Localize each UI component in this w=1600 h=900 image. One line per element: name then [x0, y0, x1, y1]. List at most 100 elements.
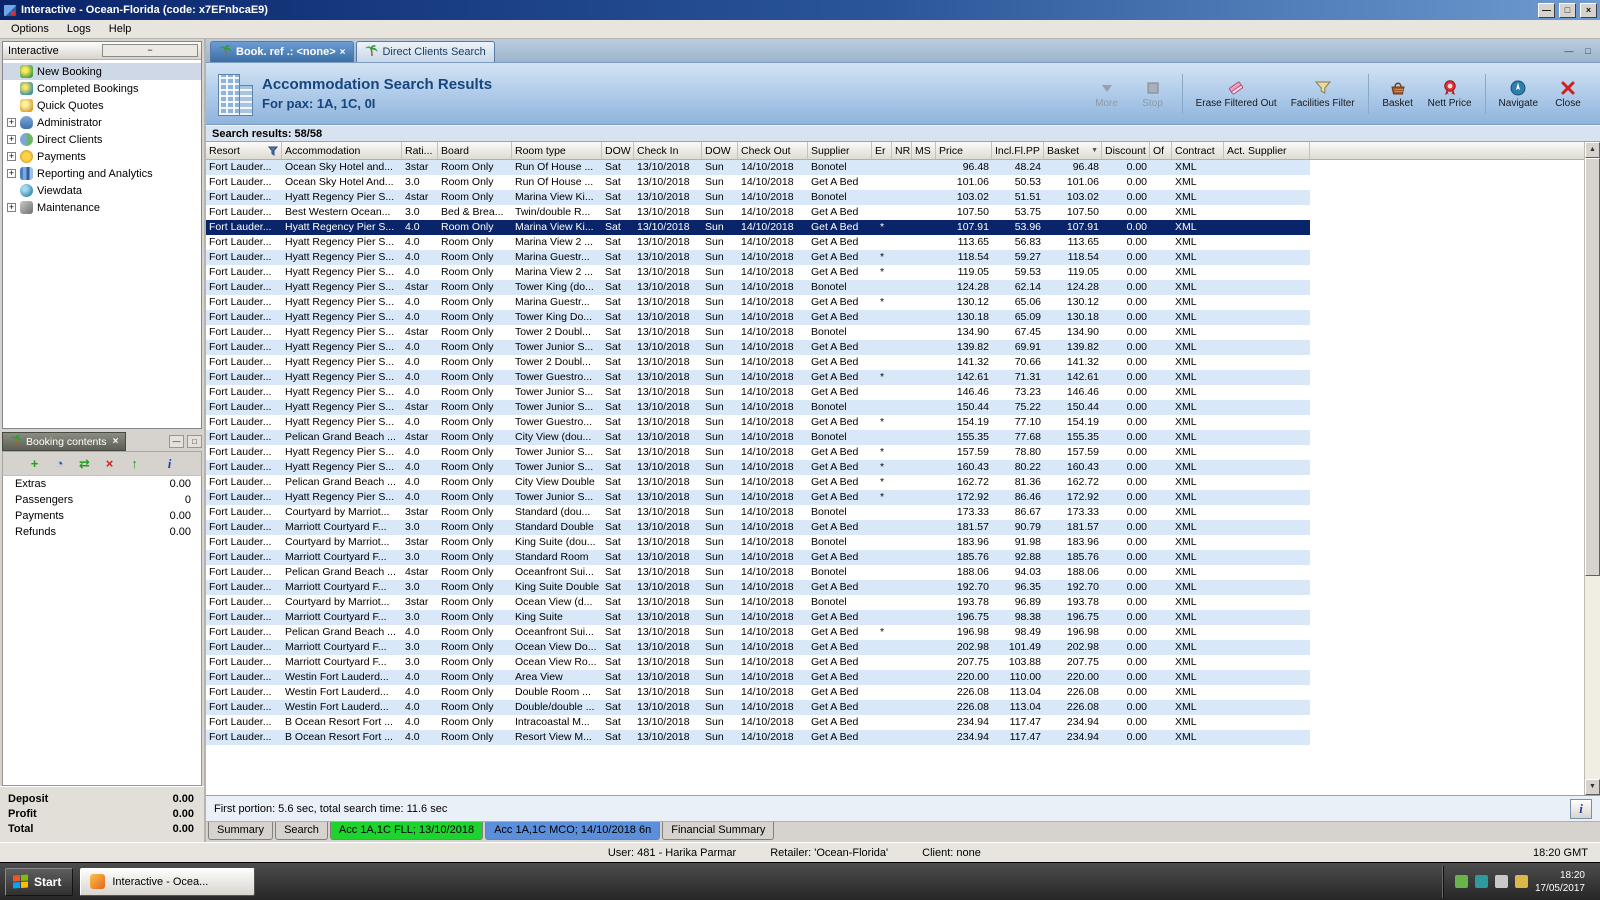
- column-header-1-accommodation[interactable]: Accommodation: [282, 142, 402, 159]
- result-row[interactable]: Fort Lauder... Pelican Grand Beach ... 4st…: [206, 430, 1310, 445]
- scroll-down-icon[interactable]: ▼: [1585, 779, 1600, 795]
- close-button[interactable]: ×: [1580, 2, 1597, 18]
- result-row[interactable]: Fort Lauder... Courtyard by Marriot... 3st…: [206, 595, 1310, 610]
- move-up-icon[interactable]: ↑: [127, 456, 143, 472]
- transfer-icon[interactable]: ⇄: [77, 456, 93, 472]
- result-row[interactable]: Fort Lauder... Courtyard by Marriot... 3st…: [206, 535, 1310, 550]
- expand-plus-icon[interactable]: +: [7, 135, 16, 144]
- bottom-tab-acc-1a-1c-fll-13-10-2018[interactable]: Acc 1A,1C FLL; 13/10/2018: [329, 822, 484, 840]
- start-button[interactable]: Start: [5, 867, 74, 896]
- column-header-12-ms[interactable]: MS: [912, 142, 936, 159]
- bottom-tab-summary[interactable]: Summary: [208, 822, 274, 840]
- result-row[interactable]: Fort Lauder... Courtyard by Marriot... 3st…: [206, 505, 1310, 520]
- result-row[interactable]: Fort Lauder... Ocean Sky Hotel And... 3.0 R…: [206, 175, 1310, 190]
- bottom-tab-financial-summary[interactable]: Financial Summary: [662, 822, 775, 840]
- sidebar-item-maintenance[interactable]: + Maintenance: [3, 199, 201, 216]
- result-row[interactable]: Fort Lauder... Hyatt Regency Pier S... 4.0…: [206, 490, 1310, 505]
- column-header-18-contract[interactable]: Contract: [1172, 142, 1224, 159]
- booking-list-item[interactable]: Refunds 0.00: [3, 524, 201, 540]
- column-header-16-discount[interactable]: Discount: [1102, 142, 1150, 159]
- result-row[interactable]: Fort Lauder... Hyatt Regency Pier S... 4st…: [206, 280, 1310, 295]
- close-tab-icon[interactable]: ×: [340, 47, 346, 58]
- column-filter-icon[interactable]: [268, 146, 278, 156]
- result-row[interactable]: Fort Lauder... B Ocean Resort Fort ... 4.0…: [206, 730, 1310, 745]
- history-icon[interactable]: ◔: [52, 456, 68, 472]
- tray-audio-icon[interactable]: [1514, 875, 1528, 888]
- result-row[interactable]: Fort Lauder... Hyatt Regency Pier S... 4st…: [206, 400, 1310, 415]
- column-header-17-of[interactable]: Of: [1150, 142, 1172, 159]
- sidebar-item-reporting-and-analytics[interactable]: + Reporting and Analytics: [3, 165, 201, 182]
- column-header-19-act-supplier[interactable]: Act. Supplier: [1224, 142, 1310, 159]
- result-row[interactable]: Fort Lauder... Best Western Ocean... 3.0 Be…: [206, 205, 1310, 220]
- result-row[interactable]: Fort Lauder... Marriott Courtyard F... 3.0…: [206, 550, 1310, 565]
- result-row[interactable]: Fort Lauder... Ocean Sky Hotel and... 3sta…: [206, 160, 1310, 175]
- result-row[interactable]: Fort Lauder... Pelican Grand Beach ... 4.0…: [206, 475, 1310, 490]
- mdi-restore-icon[interactable]: □: [1580, 44, 1596, 58]
- facilities-filter-button[interactable]: Facilities Filter: [1285, 77, 1361, 111]
- tray-app-icon[interactable]: [1454, 875, 1468, 888]
- tray-display-icon[interactable]: [1494, 875, 1508, 888]
- menu-item-help[interactable]: Help: [100, 21, 141, 37]
- result-row[interactable]: Fort Lauder... Pelican Grand Beach ... 4.0…: [206, 625, 1310, 640]
- tray-network-icon[interactable]: [1474, 875, 1488, 888]
- taskbar-app-button[interactable]: Interactive - Ocea...: [80, 867, 256, 896]
- column-header-11-nr[interactable]: NR: [892, 142, 912, 159]
- booking-list-item[interactable]: Passengers 0: [3, 492, 201, 508]
- basket-button[interactable]: Basket: [1376, 77, 1420, 111]
- menu-item-options[interactable]: Options: [2, 21, 58, 37]
- result-row[interactable]: Fort Lauder... Hyatt Regency Pier S... 4.0…: [206, 355, 1310, 370]
- info-icon[interactable]: i: [162, 456, 178, 472]
- sidebar-item-viewdata[interactable]: Viewdata: [3, 182, 201, 199]
- result-row[interactable]: Fort Lauder... Hyatt Regency Pier S... 4.0…: [206, 295, 1310, 310]
- mdi-minimize-icon[interactable]: —: [1561, 44, 1577, 58]
- column-header-7-dow[interactable]: DOW: [702, 142, 738, 159]
- result-row[interactable]: Fort Lauder... Hyatt Regency Pier S... 4.0…: [206, 460, 1310, 475]
- navigate-button[interactable]: Navigate: [1493, 77, 1544, 111]
- result-row[interactable]: Fort Lauder... Hyatt Regency Pier S... 4.0…: [206, 445, 1310, 460]
- close-panel-icon[interactable]: ×: [113, 436, 119, 447]
- close-button[interactable]: Close: [1546, 77, 1590, 111]
- result-row[interactable]: Fort Lauder... Hyatt Regency Pier S... 4.0…: [206, 250, 1310, 265]
- sidebar-item-administrator[interactable]: + Administrator: [3, 114, 201, 131]
- doc-tab-book-ref-none[interactable]: Book. ref .: <none> ×: [210, 41, 355, 62]
- vertical-scrollbar[interactable]: ▲ ▼: [1584, 142, 1600, 795]
- booking-list-item[interactable]: Extras 0.00: [3, 476, 201, 492]
- result-row[interactable]: Fort Lauder... Hyatt Regency Pier S... 4st…: [206, 325, 1310, 340]
- column-header-3-board[interactable]: Board: [438, 142, 512, 159]
- column-header-2-rati[interactable]: Rati...: [402, 142, 438, 159]
- column-header-8-check-out[interactable]: Check Out: [738, 142, 808, 159]
- result-row[interactable]: Fort Lauder... Hyatt Regency Pier S... 4.0…: [206, 310, 1310, 325]
- column-header-4-room-type[interactable]: Room type: [512, 142, 602, 159]
- bottom-tab-search[interactable]: Search: [275, 822, 328, 840]
- sidebar-item-quick-quotes[interactable]: Quick Quotes: [3, 97, 201, 114]
- expand-plus-icon[interactable]: +: [7, 118, 16, 127]
- result-row[interactable]: Fort Lauder... Hyatt Regency Pier S... 4.0…: [206, 220, 1310, 235]
- erase-filtered-out-button[interactable]: Erase Filtered Out: [1190, 77, 1283, 111]
- sidebar-item-new-booking[interactable]: New Booking: [3, 63, 201, 80]
- sidebar-item-direct-clients[interactable]: + Direct Clients: [3, 131, 201, 148]
- add-item-icon[interactable]: +: [27, 456, 43, 472]
- delete-icon[interactable]: ×: [102, 456, 118, 472]
- expand-plus-icon[interactable]: +: [7, 169, 16, 178]
- booking-list-item[interactable]: Payments 0.00: [3, 508, 201, 524]
- result-row[interactable]: Fort Lauder... Marriott Courtyard F... 3.0…: [206, 610, 1310, 625]
- column-header-14-incl-fl-pp[interactable]: Incl.Fl.PP: [992, 142, 1044, 159]
- expand-plus-icon[interactable]: +: [7, 203, 16, 212]
- sidebar-item-completed-bookings[interactable]: Completed Bookings: [3, 80, 201, 97]
- column-header-9-supplier[interactable]: Supplier: [808, 142, 872, 159]
- nett-price-button[interactable]: Nett Price: [1422, 77, 1478, 111]
- scrollbar-thumb[interactable]: [1585, 158, 1600, 576]
- sidebar-item-payments[interactable]: + Payments: [3, 148, 201, 165]
- info-button[interactable]: i: [1570, 798, 1592, 819]
- result-row[interactable]: Fort Lauder... Hyatt Regency Pier S... 4.0…: [206, 340, 1310, 355]
- column-header-5-dow[interactable]: DOW: [602, 142, 634, 159]
- result-row[interactable]: Fort Lauder... Westin Fort Lauderd... 4.0 R…: [206, 700, 1310, 715]
- result-row[interactable]: Fort Lauder... Hyatt Regency Pier S... 4.0…: [206, 385, 1310, 400]
- panel-minimize-icon[interactable]: —: [169, 435, 184, 448]
- result-row[interactable]: Fort Lauder... Pelican Grand Beach ... 4st…: [206, 565, 1310, 580]
- panel-collapse-icon[interactable]: −: [102, 44, 198, 57]
- column-header-6-check-in[interactable]: Check In: [634, 142, 702, 159]
- result-row[interactable]: Fort Lauder... Marriott Courtyard F... 3.0…: [206, 520, 1310, 535]
- result-row[interactable]: Fort Lauder... Westin Fort Lauderd... 4.0 R…: [206, 685, 1310, 700]
- column-header-0-resort[interactable]: Resort: [206, 142, 282, 159]
